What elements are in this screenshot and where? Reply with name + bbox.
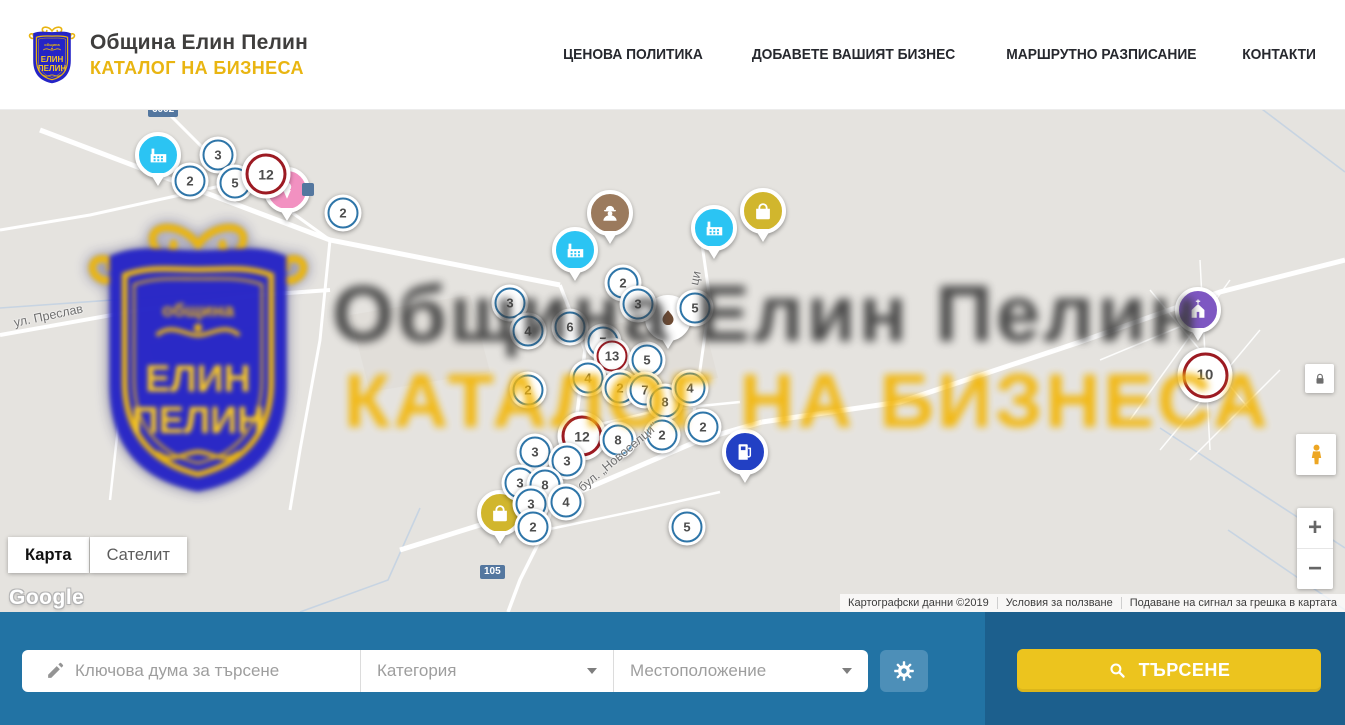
search-icon [1108, 661, 1127, 680]
gear-icon [892, 659, 916, 683]
cluster-marker[interactable]: 3 [620, 286, 657, 323]
keyword-input[interactable] [75, 661, 340, 681]
nav-item[interactable]: МАРШРУТНО РАЗПИСАНИЕ [1006, 46, 1196, 63]
search-button-label: ТЪРСЕНЕ [1139, 660, 1231, 681]
advanced-settings-button[interactable] [880, 650, 928, 692]
street-label: ул. Преслав [13, 302, 85, 330]
road-badge [302, 183, 314, 196]
cluster-marker[interactable]: 5 [677, 290, 714, 327]
chevron-down-icon [842, 668, 852, 674]
zoom-control: + − [1297, 508, 1333, 589]
map-pin-bag-icon[interactable] [740, 188, 786, 234]
nav-item[interactable]: КОНТАКТИ [1242, 46, 1316, 63]
marker-layer: 6002105ул. Преславбул. „Новоселци"ци3251… [0, 110, 1345, 612]
zoom-out-button[interactable]: − [1297, 549, 1333, 589]
cluster-marker[interactable]: 4 [510, 313, 547, 350]
site-title: Община Елин Пелин [90, 31, 308, 55]
attribution-link[interactable]: Подаване на сигнал за грешка в картата [1121, 597, 1345, 609]
brand-logo[interactable]: Община Елин Пелин КАТАЛОГ НА БИЗНЕСА [28, 15, 308, 94]
cluster-marker[interactable]: 2 [172, 163, 209, 200]
site-subtitle: КАТАЛОГ НА БИЗНЕСА [90, 58, 308, 79]
map-pin-factory-icon[interactable] [691, 205, 737, 251]
lock-control[interactable] [1305, 364, 1334, 393]
location-select[interactable]: Местоположение [613, 650, 868, 692]
location-label: Местоположение [630, 661, 766, 681]
site-header: Община Елин Пелин КАТАЛОГ НА БИЗНЕСА ЦЕН… [0, 0, 1345, 110]
nav-item[interactable]: ДОБАВЕТЕ ВАШИЯТ БИЗНЕС [752, 46, 955, 63]
zoom-in-button[interactable]: + [1297, 508, 1333, 549]
cluster-marker[interactable]: 4 [672, 370, 709, 407]
category-select[interactable]: Категория [360, 650, 613, 692]
cluster-marker[interactable]: 2 [685, 409, 722, 446]
map-pin-fuel-icon[interactable] [722, 429, 768, 475]
cluster-marker[interactable]: 2 [325, 195, 362, 232]
cluster-marker[interactable]: 2 [515, 509, 552, 546]
municipality-crest-icon [28, 15, 76, 94]
cluster-marker[interactable]: 12 [242, 150, 291, 199]
map-pin-factory-icon[interactable] [552, 227, 598, 273]
map-canvas[interactable]: 6002105ул. Преславбул. „Новоселци"ци3251… [0, 110, 1345, 612]
cluster-marker[interactable]: 4 [548, 484, 585, 521]
google-logo[interactable]: Google [9, 586, 84, 610]
cluster-marker[interactable]: 6 [552, 309, 589, 346]
search-fieldbar: Категория Местоположение [22, 650, 868, 692]
map-pin-church-icon[interactable] [1175, 287, 1221, 333]
search-bar: Категория Местоположение ТЪРСЕНЕ [0, 612, 1345, 725]
road-badge: 6002 [148, 110, 178, 117]
cluster-marker[interactable]: 2 [510, 372, 547, 409]
lock-icon [1313, 372, 1327, 386]
map-type-switch: Карта Сателит [8, 537, 187, 573]
map-type-map-button[interactable]: Карта [8, 537, 89, 573]
search-button[interactable]: ТЪРСЕНЕ [1017, 649, 1321, 692]
pencil-icon [45, 661, 65, 681]
nav-item[interactable]: ЦЕНОВА ПОЛИТИКА [563, 46, 703, 63]
road-badge: 105 [480, 565, 505, 579]
attribution-text: Картографски данни ©2019 [840, 597, 997, 609]
category-label: Категория [377, 661, 456, 681]
attribution-link[interactable]: Условия за ползване [997, 597, 1121, 609]
map-attribution: Картографски данни ©2019Условия за ползв… [840, 594, 1345, 612]
street-label: ци [687, 270, 704, 287]
chevron-down-icon [587, 668, 597, 674]
cluster-marker[interactable]: 5 [669, 509, 706, 546]
map-type-satellite-button[interactable]: Сателит [90, 537, 187, 573]
pegman-icon [1305, 443, 1328, 466]
main-nav: ЦЕНОВА ПОЛИТИКА ДОБАВЕТЕ ВАШИЯТ БИЗНЕС МАР… [557, 46, 1319, 63]
cluster-marker[interactable]: 10 [1178, 348, 1233, 403]
keyword-section [22, 650, 360, 692]
street-view-pegman[interactable] [1296, 434, 1336, 475]
